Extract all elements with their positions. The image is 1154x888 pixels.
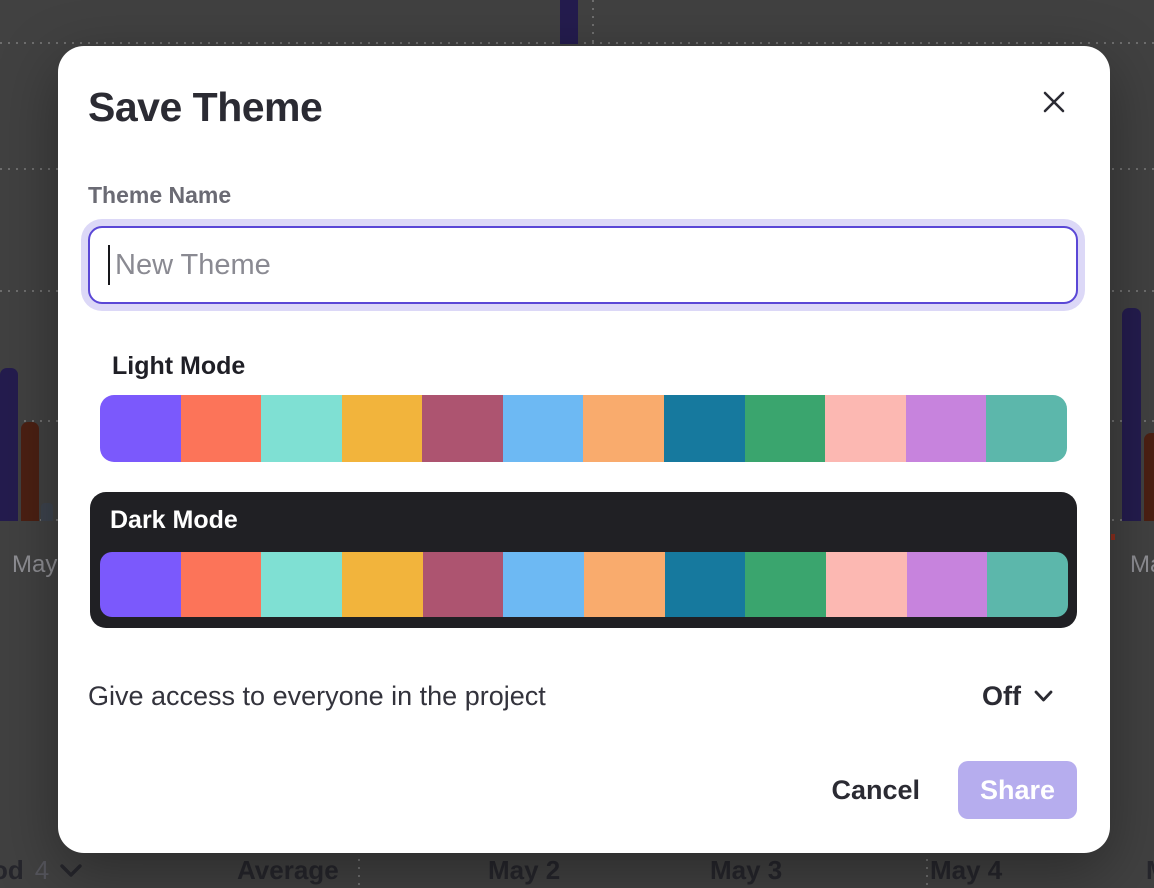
theme-name-input[interactable]	[88, 226, 1078, 304]
palette-swatch	[906, 395, 987, 462]
x-axis-label: May 4	[930, 855, 1002, 886]
palette-swatch	[825, 395, 906, 462]
dark-mode-palette	[100, 552, 1068, 617]
share-button[interactable]: Share	[958, 761, 1077, 819]
chevron-down-icon	[1034, 690, 1053, 702]
dark-mode-card: Dark Mode	[90, 492, 1077, 628]
x-axis-label: Ma	[1130, 551, 1154, 579]
palette-swatch	[100, 552, 181, 617]
chart-bar	[1122, 308, 1141, 521]
cancel-button[interactable]: Cancel	[831, 775, 920, 806]
palette-swatch	[181, 552, 262, 617]
text-caret	[108, 245, 110, 285]
palette-swatch	[665, 552, 746, 617]
dialog-title: Save Theme	[88, 84, 322, 131]
palette-swatch	[503, 395, 584, 462]
chart-bar	[560, 0, 578, 44]
palette-swatch	[583, 395, 664, 462]
period-selector[interactable]: od 4	[0, 855, 82, 886]
x-axis-label: M	[1146, 855, 1154, 886]
period-value: 4	[35, 855, 49, 886]
palette-swatch	[826, 552, 907, 617]
chart-bar	[41, 503, 53, 521]
x-axis-label: Average	[237, 855, 339, 886]
save-theme-dialog: Save Theme Theme Name Light Mode Dark Mo…	[58, 46, 1110, 853]
x-axis-label: May 2	[488, 855, 560, 886]
palette-swatch	[181, 395, 262, 462]
gridline-vertical	[926, 851, 928, 888]
palette-swatch	[745, 552, 826, 617]
palette-swatch	[745, 395, 826, 462]
palette-swatch	[261, 552, 342, 617]
palette-swatch	[987, 552, 1068, 617]
access-dropdown[interactable]: Off	[982, 681, 1053, 712]
dialog-actions: Cancel Share	[831, 761, 1077, 819]
palette-swatch	[584, 552, 665, 617]
access-value: Off	[982, 681, 1021, 712]
palette-swatch	[342, 395, 423, 462]
theme-name-label: Theme Name	[88, 182, 231, 209]
chart-bar	[1144, 433, 1154, 521]
x-axis-label: May 3	[710, 855, 782, 886]
palette-swatch	[423, 552, 504, 617]
light-mode-palette	[100, 395, 1067, 462]
access-label: Give access to everyone in the project	[88, 681, 546, 712]
chart-bar	[0, 368, 18, 521]
period-label: od	[0, 855, 24, 886]
close-button[interactable]	[1038, 86, 1070, 118]
palette-swatch	[261, 395, 342, 462]
palette-swatch	[664, 395, 745, 462]
chart-bar	[21, 422, 39, 521]
access-row: Give access to everyone in the project O…	[88, 676, 1053, 716]
chevron-down-icon	[60, 864, 82, 877]
dark-mode-label: Dark Mode	[110, 506, 238, 535]
palette-swatch	[100, 395, 181, 462]
gridline-vertical	[358, 851, 360, 888]
palette-swatch	[986, 395, 1067, 462]
x-axis-label: May	[12, 551, 57, 579]
palette-swatch	[907, 552, 988, 617]
light-mode-label: Light Mode	[112, 352, 245, 381]
palette-swatch	[342, 552, 423, 617]
palette-swatch	[503, 552, 584, 617]
palette-swatch	[422, 395, 503, 462]
close-icon	[1042, 90, 1066, 114]
chart-bar	[1111, 534, 1115, 540]
gridline-vertical	[592, 0, 594, 44]
